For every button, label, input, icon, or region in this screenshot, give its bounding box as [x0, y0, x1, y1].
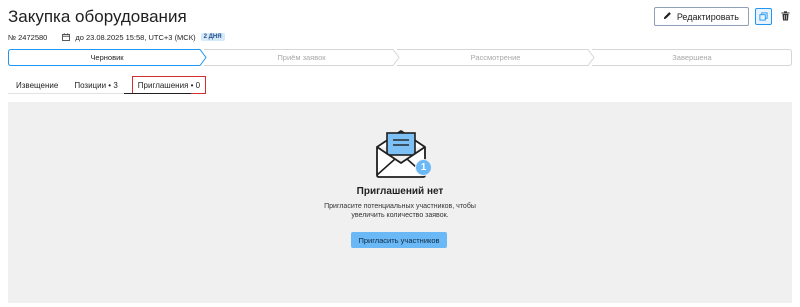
empty-state-description-line1: Пригласите потенциальных участников, что…: [324, 203, 476, 210]
invitations-empty-panel: 1 Приглашений нет Пригласите потенциальн…: [8, 102, 792, 303]
copy-button[interactable]: [755, 8, 772, 25]
delete-button[interactable]: [778, 8, 792, 25]
tab-invitations[interactable]: Приглашения • 0: [131, 76, 207, 94]
empty-state-title: Приглашений нет: [356, 186, 444, 197]
pencil-icon: [663, 11, 672, 22]
tab-active-indicator: [124, 93, 191, 94]
copy-icon: [759, 9, 768, 24]
tab-notice[interactable]: Извещение: [8, 76, 66, 94]
procurement-meta: № 2472580 до 23.08.2025 15:58, UTC+3 (МС…: [8, 31, 225, 43]
step-review: Рассмотрение: [470, 53, 521, 62]
header-actions: Редактировать: [653, 7, 792, 26]
step-completed: Завершена: [672, 53, 712, 62]
trash-icon: [781, 9, 790, 24]
edit-button[interactable]: Редактировать: [653, 7, 749, 26]
deadline-text: до 23.08.2025 15:58, UTC+3 (МСК): [75, 32, 196, 42]
step-draft: Черновик: [90, 53, 124, 62]
status-stepper: Черновик Приём заявок Рассмотрение Завер…: [8, 49, 792, 66]
procurement-number: № 2472580: [8, 32, 48, 42]
step-accepting: Приём заявок: [277, 53, 326, 62]
count-badge: 1: [415, 159, 432, 176]
count-badge-number: 1: [420, 162, 427, 173]
tab-bar: Извещение Позиции • 3 Приглашения • 0: [8, 76, 207, 94]
envelope-illustration: 1: [373, 127, 435, 181]
empty-state-description: Пригласите потенциальных участников, что…: [300, 202, 500, 220]
tab-positions[interactable]: Позиции • 3: [66, 76, 125, 94]
edit-button-label: Редактировать: [676, 11, 739, 22]
empty-state-description-line2: увеличить количество заявок.: [351, 212, 449, 219]
days-left-badge: 2 ДНЯ: [200, 33, 225, 41]
page-header: Закупка оборудования Редактировать: [8, 7, 792, 29]
calendar-icon: [62, 33, 71, 41]
invite-participants-button[interactable]: Пригласить участников: [351, 232, 447, 248]
page-title: Закупка оборудования: [8, 7, 187, 26]
